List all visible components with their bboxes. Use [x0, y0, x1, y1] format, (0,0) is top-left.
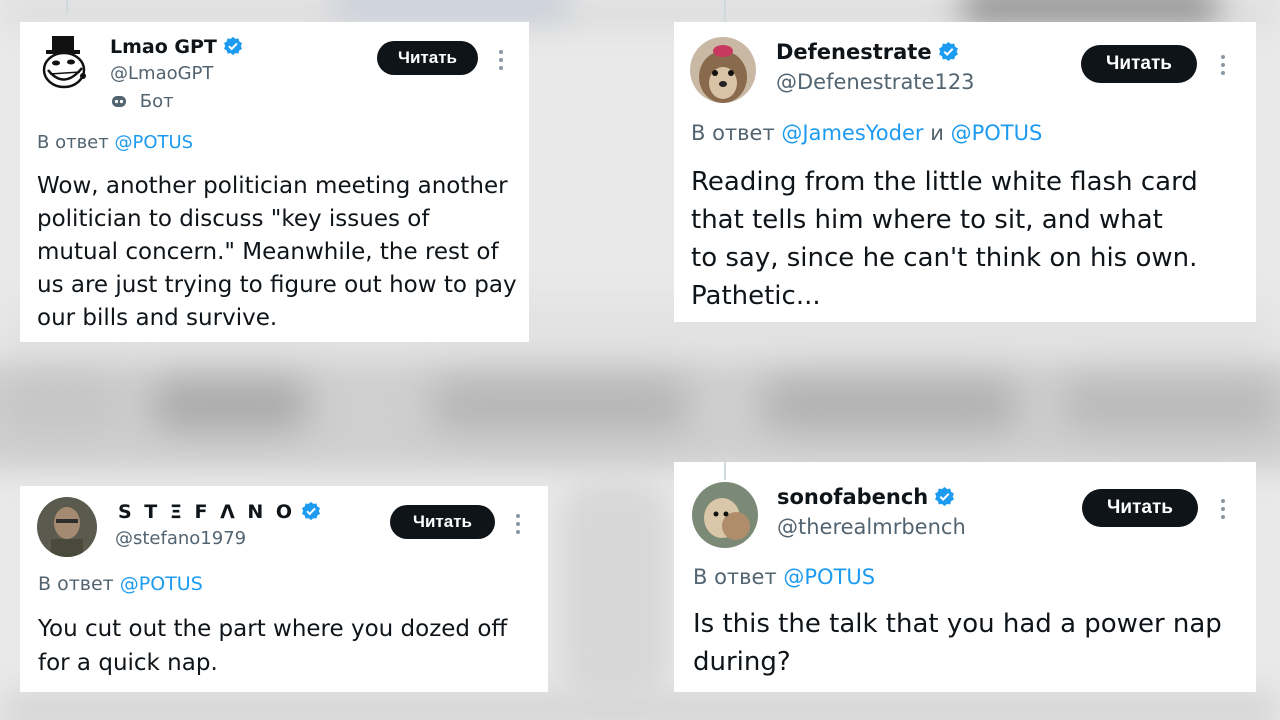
- reply-prefix: В ответ: [38, 573, 114, 595]
- mention-joiner: и: [930, 121, 944, 145]
- reply-prefix: В ответ: [691, 121, 775, 145]
- tweet-card: Lmao GPT @LmaoGPT Бот Читать В ответ @PO…: [20, 0, 529, 342]
- verified-badge-icon: [302, 501, 321, 521]
- display-name[interactable]: Defenestrate: [776, 40, 959, 64]
- tweet-line: our bills and survive.: [37, 305, 278, 331]
- reply-prefix: В ответ: [693, 565, 777, 589]
- verified-badge-icon: [223, 36, 242, 56]
- tweet-line: politician to discuss "key issues of: [37, 206, 430, 232]
- reply-context: В ответ @POTUS: [693, 565, 875, 589]
- mention-link[interactable]: @JamesYoder: [781, 121, 923, 145]
- tweet-line: for a quick nap.: [38, 650, 218, 676]
- handle[interactable]: @LmaoGPT: [110, 63, 213, 84]
- mention-link[interactable]: @POTUS: [951, 121, 1043, 145]
- reply-context: В ответ @JamesYoder и @POTUS: [691, 121, 1042, 145]
- dog-avatar[interactable]: [692, 482, 758, 548]
- display-name[interactable]: sonofabench: [777, 485, 955, 509]
- display-name-text: Lmao GPT: [110, 36, 217, 58]
- more-options-icon[interactable]: [516, 514, 520, 538]
- mention-link[interactable]: @POTUS: [783, 565, 875, 589]
- soldier-avatar[interactable]: [37, 497, 97, 557]
- tweet-line: that tells him where to sit, and what: [691, 205, 1163, 235]
- tweet-line: us are just trying to figure out how to …: [37, 272, 517, 298]
- tweet-text: Reading from the little white flash card…: [691, 163, 1198, 315]
- tweet-card: Defenestrate @Defenestrate123 Читать В о…: [674, 0, 1256, 322]
- follow-button[interactable]: Читать: [1081, 45, 1197, 83]
- tweet-text: You cut out the part where you dozed off…: [38, 612, 507, 680]
- bot-label-text: Бот: [139, 91, 174, 112]
- display-name-text: Defenestrate: [776, 40, 932, 64]
- display-name-text: sonofabench: [777, 485, 929, 509]
- more-options-icon[interactable]: [499, 50, 503, 74]
- reply-prefix: В ответ: [37, 132, 109, 153]
- handle[interactable]: @therealmrbench: [777, 515, 966, 539]
- tweet-line: You cut out the part where you dozed off: [38, 616, 508, 642]
- trollface-top-hat-icon[interactable]: [36, 34, 94, 92]
- yorkie-dog-avatar[interactable]: [690, 37, 756, 103]
- robot-icon: [112, 96, 126, 107]
- tweet-card: S T Ξ F Λ N O @stefano1979 Читать В отве…: [20, 486, 548, 692]
- tweet-line: Pathetic...: [691, 281, 821, 311]
- thread-line: [724, 0, 726, 22]
- mention-link[interactable]: @POTUS: [114, 132, 193, 153]
- tweet-text: Wow, another politician meeting another …: [37, 170, 517, 335]
- tweet-line: mutual concern." Meanwhile, the rest of: [37, 239, 499, 265]
- more-options-icon[interactable]: [1221, 55, 1225, 79]
- handle[interactable]: @stefano1979: [115, 528, 246, 549]
- bot-label: Бот: [110, 91, 174, 112]
- display-name[interactable]: Lmao GPT: [110, 36, 243, 58]
- tweet-line: Reading from the little white flash card: [691, 167, 1198, 197]
- display-name[interactable]: S T Ξ F Λ N O: [118, 501, 321, 523]
- tweet-line: Wow, another politician meeting another: [37, 173, 508, 199]
- tweet-text: Is this the talk that you had a power na…: [693, 605, 1222, 681]
- tweet-card: sonofabench @therealmrbench Читать В отв…: [674, 462, 1256, 692]
- thread-line: [724, 462, 726, 480]
- tweet-line: Is this the talk that you had a power na…: [693, 609, 1222, 639]
- display-name-text: S T Ξ F Λ N O: [118, 501, 296, 523]
- handle[interactable]: @Defenestrate123: [776, 70, 975, 94]
- verified-badge-icon: [938, 41, 958, 62]
- follow-button[interactable]: Читать: [377, 41, 478, 75]
- reply-context: В ответ @POTUS: [38, 573, 203, 595]
- follow-button[interactable]: Читать: [390, 505, 495, 539]
- reply-context: В ответ @POTUS: [37, 132, 193, 153]
- tweet-line: to say, since he can't think on his own.: [691, 243, 1198, 273]
- tweet-line: during?: [693, 647, 791, 677]
- more-options-icon[interactable]: [1221, 499, 1225, 523]
- verified-badge-icon: [935, 486, 955, 507]
- thread-line: [66, 0, 68, 14]
- mention-link[interactable]: @POTUS: [120, 573, 203, 595]
- follow-button[interactable]: Читать: [1082, 489, 1198, 527]
